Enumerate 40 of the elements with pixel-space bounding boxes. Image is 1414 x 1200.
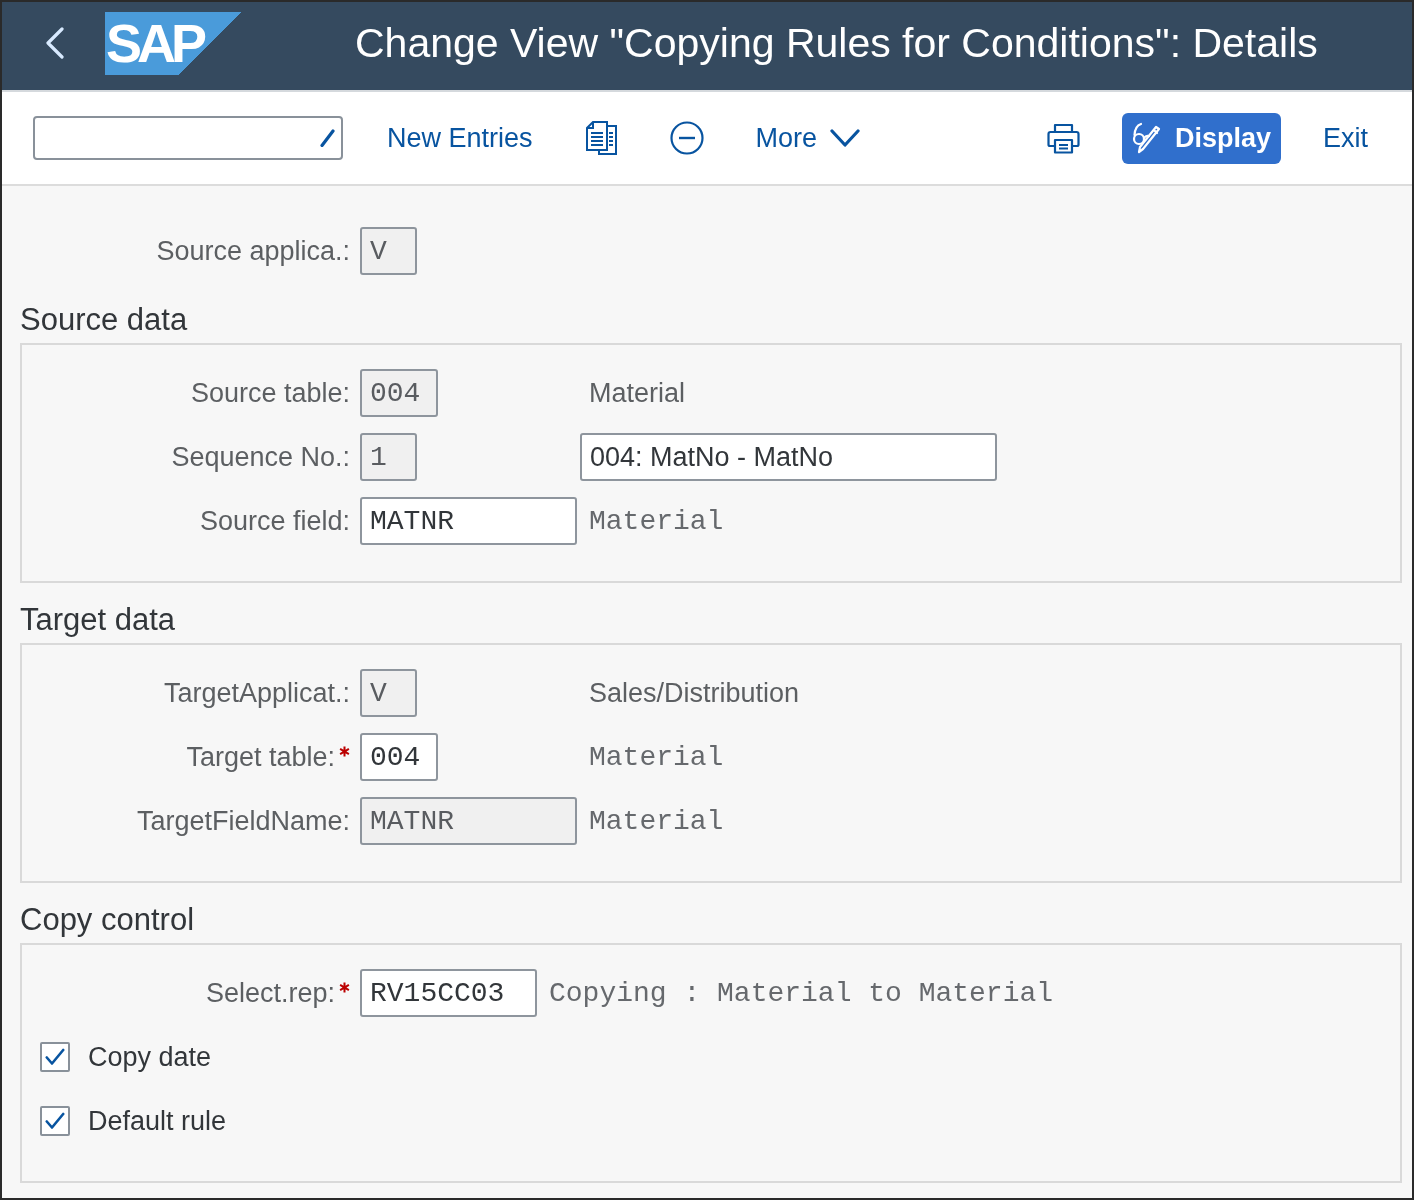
command-field[interactable]: [33, 116, 343, 160]
more-menu-button[interactable]: More: [747, 114, 869, 162]
display-button[interactable]: Display: [1121, 112, 1281, 164]
field-label: Sequence No.:: [171, 441, 350, 473]
description-text: Copying : Material to Material: [548, 977, 1054, 1009]
print-icon: [1046, 122, 1080, 154]
description-text: Material: [588, 377, 686, 409]
link-button[interactable]: Exit: [1315, 114, 1376, 162]
field-label: TargetApplicat.:: [163, 677, 350, 709]
section-title: Source data: [20, 302, 189, 338]
description-text: Material: [588, 741, 724, 773]
description-text: Material: [588, 805, 724, 837]
checkbox[interactable]: [40, 1106, 70, 1136]
field-label: Source field:: [199, 505, 350, 537]
window-title: Change View "Copying Rules for Conditions": Details: [355, 19, 1318, 68]
checkbox[interactable]: [40, 1042, 70, 1072]
copy-icon: [584, 121, 618, 155]
section-title: Copy control: [20, 902, 196, 938]
description-text: Material: [588, 505, 724, 537]
section-title: Target data: [20, 602, 177, 638]
field-label: Source applica.:: [156, 235, 350, 267]
logo: SAP: [105, 11, 242, 75]
chevron-down-icon: [830, 128, 861, 148]
field-label: TargetFieldName:: [136, 805, 350, 837]
field-label: Select.rep:: [205, 977, 335, 1009]
input-field[interactable]: RV15CC03: [360, 969, 537, 1017]
input-field[interactable]: 004: [360, 733, 438, 781]
checkmark-icon: [45, 1048, 65, 1066]
back-button[interactable]: [45, 27, 65, 59]
back-icon: [45, 27, 65, 59]
checkbox-label: Default rule: [88, 1105, 227, 1137]
checkmark-icon: [45, 1112, 65, 1130]
checkbox-label: Copy date: [88, 1041, 212, 1073]
link-button[interactable]: New Entries: [379, 114, 541, 162]
field-label: Source table:: [190, 377, 350, 409]
field-label: Target table:: [186, 741, 335, 773]
description-text: Sales/Distribution: [588, 677, 800, 709]
minus-circle-icon: [669, 121, 704, 155]
pencil-icon: [320, 129, 335, 147]
input-field[interactable]: MATNR: [360, 497, 577, 545]
